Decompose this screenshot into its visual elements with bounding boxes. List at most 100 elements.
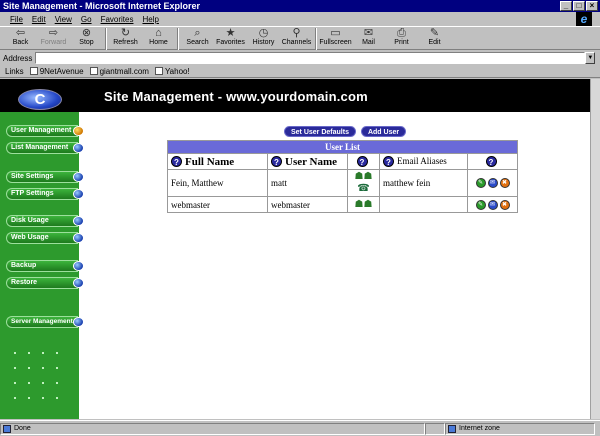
browser-toolbar: ⇦ Back ⇨ Forward ⊗ Stop ↻ Refresh ⌂ Home ⌕ Search ★ F… [0,26,600,50]
users-icon[interactable]: ☗☗ [355,199,373,211]
stop-icon: ⊗ [81,27,92,39]
users-icon[interactable]: ☗☗ [355,171,373,183]
site-banner: C Site Management - www.yourdomain.com [0,79,590,112]
stop-button[interactable]: ⊗ Stop [70,27,103,51]
sidebar-item-site-settings[interactable]: Site Settings [6,171,84,183]
print-button[interactable]: ⎙ Print [385,27,418,51]
edit-button[interactable]: ✎ Edit [418,27,451,51]
search-button[interactable]: ⌕ Search [181,27,214,51]
vertical-scrollbar[interactable] [590,79,600,419]
maximize-button[interactable]: □ [573,1,585,11]
site-logo: C [18,89,62,110]
email-user-icon[interactable]: ✉ [487,199,498,210]
page-title: Site Management - www.yourdomain.com [104,89,368,104]
menu-go[interactable]: Go [81,15,92,24]
fullscreen-icon: ▭ [330,27,341,39]
table-header-row: ? Full Name ? User Name ? ? Email Aliases ? [167,153,518,170]
sidebar-item-restore[interactable]: Restore [6,277,84,289]
orb-icon [73,172,84,182]
status-bar: Done Internet zone [0,420,600,436]
menu-favorites[interactable]: Favorites [101,15,134,24]
set-user-defaults-button[interactable]: Set User Defaults [284,126,356,137]
orb-icon [73,189,84,199]
refresh-button[interactable]: ↻ Refresh [109,27,142,51]
sidebar-item-server-management[interactable]: Server Management [6,316,84,328]
back-icon: ⇦ [15,27,26,39]
link-giantmall[interactable]: giantmall.com [89,67,149,76]
home-button[interactable]: ⌂ Home [142,27,175,51]
sidebar-item-user-management[interactable]: User Management [6,125,84,137]
status-text-pane: Done [0,422,425,435]
forward-button[interactable]: ⇨ Forward [37,27,70,51]
menu-bar: File Edit View Go Favorites Help [0,12,600,26]
page-icon [29,67,38,75]
cell-full-name: Fein, Matthew [167,169,268,197]
print-icon: ⎙ [397,27,406,39]
header-email-aliases: ? Email Aliases [379,153,468,170]
menu-edit[interactable]: Edit [32,15,46,24]
delete-user-icon[interactable]: ✖ [499,199,510,210]
close-button[interactable]: × [586,1,598,11]
email-user-icon[interactable]: ✉ [487,178,498,189]
table-row: Fein, Matthew matt ☗☗☎ matthew fein ✎ ✉ ✖ [167,169,518,197]
header-user-name: ? User Name [267,153,348,170]
sidebar-item-web-usage[interactable]: Web Usage [6,232,84,244]
sidebar-nav: User Management List Management Site Set… [0,112,84,419]
orb-icon [73,278,84,288]
delete-user-icon[interactable]: ✖ [499,178,510,189]
cell-features: ☗☗ [347,196,380,213]
page-icon [3,424,11,433]
help-icon[interactable]: ? [271,156,282,168]
sidebar-item-list-management[interactable]: List Management [6,142,84,154]
window-titlebar: Site Management - Microsoft Internet Exp… [0,0,600,12]
sidebar-item-disk-usage[interactable]: Disk Usage [6,215,84,227]
history-button[interactable]: ◷ History [247,27,280,51]
menu-view[interactable]: View [55,15,72,24]
phone-icon[interactable]: ☎ [357,183,369,195]
help-icon[interactable]: ? [171,156,182,168]
mail-icon: ✉ [363,27,374,39]
history-icon: ◷ [258,27,269,39]
page-content: C Site Management - www.yourdomain.com U… [0,79,590,419]
cell-actions: ✎ ✉ ✖ [467,196,518,213]
cell-user-name: webmaster [267,196,348,213]
menu-help[interactable]: Help [142,15,158,24]
address-label: Address [3,53,33,63]
sidebar-item-backup[interactable]: Backup [6,260,84,272]
link-9netavenue[interactable]: 9NetAvenue [29,67,84,76]
address-dropdown-button[interactable]: ▼ [585,52,596,64]
edit-user-icon[interactable]: ✎ [475,199,486,210]
cell-actions: ✎ ✉ ✖ [467,169,518,197]
channels-button[interactable]: ⚲ Channels [280,27,313,51]
orb-icon [73,317,84,327]
address-input[interactable] [35,52,586,64]
help-icon[interactable]: ? [485,156,497,168]
user-actions: Set User Defaults Add User [284,126,407,137]
forward-icon: ⇨ [48,27,59,39]
minimize-button[interactable]: _ [560,1,572,11]
channels-icon: ⚲ [292,27,301,39]
menu-file[interactable]: File [10,15,23,24]
status-zone-pane: Internet zone [445,422,595,435]
link-yahoo[interactable]: Yahoo! [154,67,190,76]
back-button[interactable]: ⇦ Back [4,27,37,51]
page-icon [89,67,98,75]
table-title: User List [167,140,518,154]
favorites-button[interactable]: ★ Favorites [214,27,247,51]
page-icon [154,67,163,75]
orb-icon [73,216,84,226]
help-icon[interactable]: ? [356,156,368,168]
ie-logo-icon: e [576,12,592,26]
fullscreen-button[interactable]: ▭ Fullscreen [319,27,352,51]
help-icon[interactable]: ? [383,156,394,168]
refresh-icon: ↻ [120,27,131,39]
sidebar-item-ftp-settings[interactable]: FTP Settings [6,188,84,200]
header-full-name: ? Full Name [167,153,268,170]
cell-full-name: webmaster [167,196,268,213]
mail-button[interactable]: ✉ Mail [352,27,385,51]
globe-icon [448,424,456,433]
edit-user-icon[interactable]: ✎ [475,178,486,189]
add-user-button[interactable]: Add User [360,126,407,137]
edit-icon: ✎ [429,27,440,39]
favorites-icon: ★ [225,27,236,39]
